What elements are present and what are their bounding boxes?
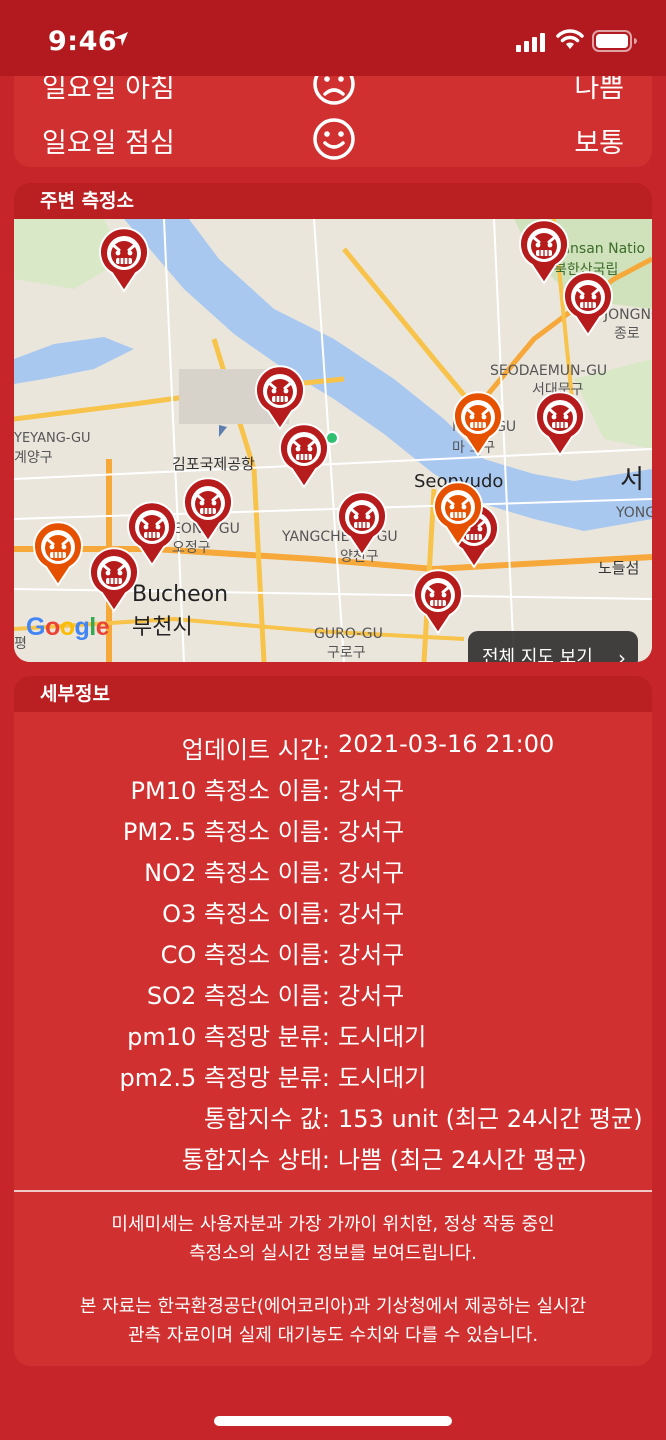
detail-label: pm10 측정망 분류: bbox=[127, 1023, 330, 1051]
station-marker-icon[interactable] bbox=[412, 569, 464, 635]
detail-value: 도시대기 bbox=[338, 1023, 427, 1051]
detail-value: 강서구 bbox=[338, 818, 405, 846]
detail-row: PM2.5 측정소 이름: 강서구 bbox=[14, 812, 652, 852]
station-marker-icon[interactable] bbox=[98, 227, 150, 293]
detail-row: pm10 측정망 분류: 도시대기 bbox=[14, 1017, 652, 1057]
station-marker-icon[interactable] bbox=[534, 391, 586, 457]
map-label-gyeyang-kr: 계양구 bbox=[14, 450, 53, 466]
full-map-button[interactable]: 전체 지도 보기 › bbox=[468, 631, 638, 662]
map-label-seo: 서 bbox=[620, 465, 644, 495]
status-time: 9:46 bbox=[48, 26, 118, 57]
detail-row: O3 측정소 이름: 강서구 bbox=[14, 894, 652, 934]
detail-value: 강서구 bbox=[338, 859, 405, 887]
detail-label: pm2.5 측정망 분류: bbox=[119, 1064, 330, 1092]
details-card: 세부정보 업데이트 시간: 2021-03-16 21:00 PM10 측정소 이름… bbox=[14, 676, 652, 1366]
status-bar: 9:46 bbox=[0, 0, 666, 76]
detail-label: 통합지수 값: bbox=[203, 1105, 330, 1133]
forecast-row: 일요일 점심 보통 bbox=[14, 117, 652, 167]
station-marker-icon[interactable] bbox=[562, 271, 614, 337]
map-label-guro-kr: 구로구 bbox=[327, 645, 366, 661]
detail-label: O3 측정소 이름: bbox=[162, 900, 330, 928]
detail-label: 업데이트 시간: bbox=[181, 736, 330, 764]
detail-row: 통합지수 값: 153 unit (최근 24시간 평균) bbox=[14, 1099, 652, 1139]
station-marker-icon[interactable] bbox=[452, 391, 504, 457]
google-logo: Google bbox=[26, 613, 110, 641]
nearby-stations-card: 주변 측정소 김포국제공항 Bucheon 부천시 YANGCHEON-GU 양… bbox=[14, 183, 652, 662]
detail-label: 통합지수 상태: bbox=[181, 1146, 330, 1174]
info-note-1-line-1: 미세미세는 사용자분과 가장 가까이 위치한, 정상 작동 중인 bbox=[111, 1214, 555, 1235]
chevron-right-icon: › bbox=[618, 646, 626, 662]
detail-value: 강서구 bbox=[338, 900, 405, 928]
detail-row: 통합지수 상태: 나쁨 (최근 24시간 평균) bbox=[14, 1140, 652, 1180]
detail-row: NO2 측정소 이름: 강서구 bbox=[14, 853, 652, 893]
station-marker-icon[interactable] bbox=[432, 481, 484, 547]
detail-row: PM10 측정소 이름: 강서구 bbox=[14, 771, 652, 811]
section-title: 주변 측정소 bbox=[14, 183, 652, 219]
info-note-1: 미세미세는 사용자분과 가장 가까이 위치한, 정상 작동 중인 측정소의 실시… bbox=[14, 1210, 652, 1268]
station-marker-icon[interactable] bbox=[32, 521, 84, 587]
battery-icon bbox=[592, 30, 637, 52]
map-label-bucheon-kr: 부천시 bbox=[132, 615, 193, 640]
detail-row: pm2.5 측정망 분류: 도시대기 bbox=[14, 1058, 652, 1098]
home-indicator[interactable] bbox=[214, 1416, 452, 1426]
wifi-icon bbox=[556, 29, 584, 49]
map-label-noryangjin: 노들섬 bbox=[598, 559, 640, 577]
detail-label: PM10 측정소 이름: bbox=[130, 777, 330, 805]
info-note-2: 본 자료는 한국환경공단(에어코리아)과 기상청에서 제공하는 실시간 관측 자… bbox=[14, 1292, 652, 1350]
detail-value: 2021-03-16 21:00 bbox=[338, 730, 555, 758]
detail-row: SO2 측정소 이름: 강서구 bbox=[14, 976, 652, 1016]
info-note-2-line-1: 본 자료는 한국환경공단(에어코리아)과 기상청에서 제공하는 실시간 bbox=[79, 1296, 587, 1317]
map-label-seodaemun: SEODAEMUN-GU bbox=[490, 363, 608, 379]
info-note-1-line-2: 측정소의 실시간 정보를 보여드립니다. bbox=[189, 1243, 477, 1264]
map-label-yong: YONG bbox=[616, 505, 652, 521]
detail-row: CO 측정소 이름: 강서구 bbox=[14, 935, 652, 975]
map-label-airport: 김포국제공항 bbox=[172, 455, 255, 473]
smile-face-icon bbox=[313, 118, 355, 160]
full-map-button-label: 전체 지도 보기 bbox=[482, 647, 593, 662]
info-note-2-line-2: 관측 자료이며 실제 대기농도 수치와 다를 수 있습니다. bbox=[127, 1325, 539, 1346]
station-marker-icon[interactable] bbox=[278, 423, 330, 489]
map-label-pyeong: 평 bbox=[14, 636, 27, 652]
divider bbox=[14, 1190, 652, 1192]
detail-label: CO 측정소 이름: bbox=[160, 941, 330, 969]
forecast-time-label: 일요일 점심 bbox=[42, 128, 175, 159]
forecast-status: 보통 bbox=[574, 128, 624, 159]
section-title: 세부정보 bbox=[14, 676, 652, 712]
detail-value: 강서구 bbox=[338, 941, 405, 969]
detail-label: NO2 측정소 이름: bbox=[144, 859, 330, 887]
detail-value: 153 unit (최근 24시간 평균) bbox=[338, 1105, 643, 1133]
detail-value: 강서구 bbox=[338, 777, 405, 805]
map-label-gyeyang: YEYANG-GU bbox=[14, 431, 91, 446]
station-marker-icon[interactable] bbox=[336, 491, 388, 557]
station-marker-icon[interactable] bbox=[254, 365, 306, 431]
detail-label: SO2 측정소 이름: bbox=[146, 982, 330, 1010]
location-arrow-icon bbox=[114, 32, 128, 46]
detail-label: PM2.5 측정소 이름: bbox=[122, 818, 330, 846]
detail-value: 도시대기 bbox=[338, 1064, 427, 1092]
map-label-jongno-kr: 종로 bbox=[614, 326, 640, 342]
detail-row: 업데이트 시간: 2021-03-16 21:00 bbox=[14, 730, 652, 770]
detail-value: 강서구 bbox=[338, 982, 405, 1010]
cellular-signal-icon bbox=[516, 33, 545, 52]
stations-map[interactable]: 김포국제공항 Bucheon 부천시 Seonyudo YANGCHEON-GU… bbox=[14, 219, 652, 662]
station-marker-icon[interactable] bbox=[88, 547, 140, 613]
map-label-guro: GURO-GU bbox=[314, 626, 383, 642]
station-marker-icon[interactable] bbox=[182, 477, 234, 543]
map-label-bucheon: Bucheon bbox=[132, 582, 229, 607]
detail-value: 나쁨 (최근 24시간 평균) bbox=[338, 1146, 587, 1174]
